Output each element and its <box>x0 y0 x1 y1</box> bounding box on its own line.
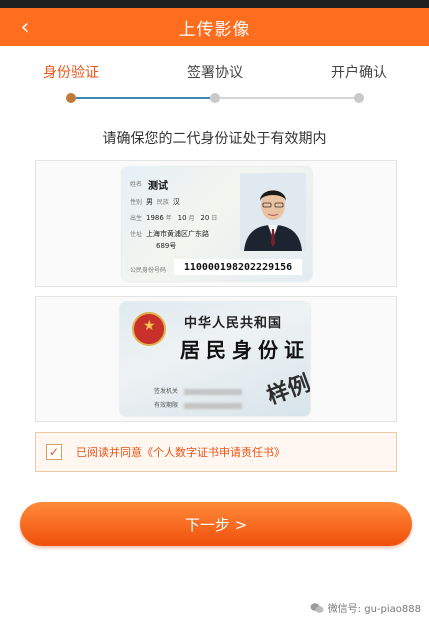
step-label-agreement: 签署协议 <box>187 65 243 81</box>
step-label-confirm: 开户确认 <box>331 65 387 81</box>
id-gender: 男 <box>146 198 154 206</box>
next-step-button[interactable]: 下一步 > <box>20 502 412 546</box>
upload-front-slot[interactable]: 姓名 测试 性别男 民族汉 出生 1986 年 10 月 20 日 住址 上海市黄浦… <box>35 160 397 287</box>
id-card-front-image: 姓名 测试 性别男 民族汉 出生 1986 年 10 月 20 日 住址 上海市黄浦… <box>122 167 312 281</box>
wechat-icon <box>310 602 324 613</box>
id-name: 测试 <box>148 181 168 192</box>
back-button[interactable]: ‹ <box>10 12 40 42</box>
portrait-photo <box>240 173 306 251</box>
agreement-checkbox[interactable]: ✓ <box>46 444 62 460</box>
upload-back-slot[interactable]: 中华人民共和国 居民身份证 签发机关 有效期限 样例 <box>35 296 397 422</box>
step-dot-confirm <box>354 93 364 103</box>
step-line-completed <box>76 97 210 99</box>
step-line-pending <box>220 97 354 99</box>
agreement-text[interactable]: 已阅读并同意《个人数字证书申请责任书》 <box>76 444 285 460</box>
id-back-title: 中华人民共和国 <box>184 316 283 331</box>
id-card-back-image: 中华人民共和国 居民身份证 签发机关 有效期限 样例 <box>120 302 310 416</box>
watermark: 微信号: gu-piao888 <box>310 600 421 615</box>
watermark-text: 微信号: gu-piao888 <box>327 604 421 615</box>
national-emblem-icon <box>132 312 166 346</box>
agreement-row[interactable]: ✓ 已阅读并同意《个人数字证书申请责任书》 <box>35 432 397 472</box>
id-birth-month: 10 <box>177 214 187 222</box>
chevron-left-icon: ‹ <box>20 14 30 40</box>
header-bar: ‹ 上传影像 <box>0 8 429 46</box>
id-birth-year: 1986 <box>146 214 164 222</box>
id-address-line2: 689号 <box>156 242 177 250</box>
step-label-identity: 身份验证 <box>43 65 99 81</box>
id-number: 110000198202229156 <box>174 259 302 275</box>
id-birth-day: 20 <box>200 214 210 222</box>
id-back-subtitle: 居民身份证 <box>180 338 310 362</box>
step-progress: 身份验证 签署协议 开户确认 <box>0 58 429 106</box>
id-ethnicity: 汉 <box>172 198 180 206</box>
validity-notice: 请确保您的二代身份证处于有效期内 <box>102 131 327 147</box>
step-dot-agreement <box>210 93 220 103</box>
status-bar <box>0 0 429 8</box>
check-icon: ✓ <box>48 445 60 459</box>
sample-stamp: 样例 <box>263 370 310 410</box>
page-title: 上传影像 <box>178 19 251 40</box>
step-dot-identity <box>66 93 76 103</box>
id-address-line1: 上海市黄浦区广东路 <box>146 230 210 238</box>
